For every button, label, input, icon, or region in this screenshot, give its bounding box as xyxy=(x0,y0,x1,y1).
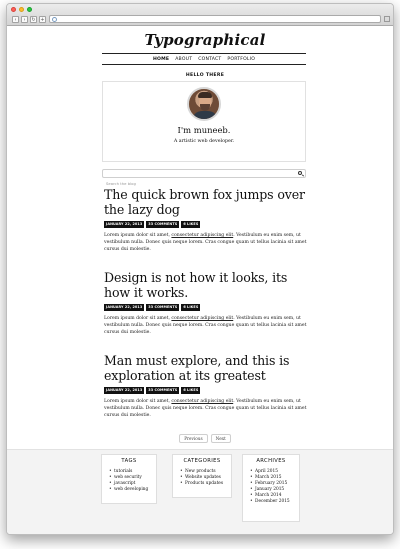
post-title[interactable]: Design is not how it looks, its how it w… xyxy=(104,270,309,300)
post-excerpt-link[interactable]: consectetur adipiscing elit xyxy=(171,233,233,238)
search-icon[interactable] xyxy=(298,171,302,175)
nav-home[interactable]: HOME xyxy=(153,54,169,64)
about-heading: HELLO THERE xyxy=(185,73,225,78)
forward-arrow-icon[interactable]: › xyxy=(21,16,28,23)
post-likes-badge[interactable]: 6 LIKES xyxy=(181,304,201,311)
archives-widget-title: ARCHIVES xyxy=(256,458,286,464)
nav-about[interactable]: ABOUT xyxy=(175,54,192,64)
category-link[interactable]: Products updates xyxy=(173,481,231,487)
post-article: The quick brown fox jumps over the lazy … xyxy=(104,187,309,253)
author-tagline: A artistic web developer. xyxy=(173,139,235,144)
post-excerpt: Lorem ipsum dolor sit amet, consectetur … xyxy=(104,316,307,335)
post-article: Man must explore, and this is exploratio… xyxy=(104,353,309,419)
post-excerpt: Lorem ipsum dolor sit amet, consectetur … xyxy=(104,399,307,418)
search-input[interactable] xyxy=(103,180,283,187)
address-bar[interactable] xyxy=(49,15,381,23)
post-comments-badge[interactable]: 33 COMMENTS xyxy=(146,221,180,228)
next-page-button[interactable]: Next xyxy=(210,434,231,443)
search-box xyxy=(102,169,306,187)
post-comments-badge[interactable]: 33 COMMENTS xyxy=(146,387,180,394)
window-controls xyxy=(11,7,32,12)
tags-widget: TAGS tutorials web security javascript w… xyxy=(101,454,157,504)
post-article: Design is not how it looks, its how it w… xyxy=(104,270,309,336)
main-nav: HOME ABOUT CONTACT PORTFOLIO xyxy=(102,53,306,65)
post-likes-badge[interactable]: 6 LIKES xyxy=(181,221,201,228)
globe-icon xyxy=(52,17,57,22)
share-icon[interactable]: + xyxy=(39,16,46,23)
avatar xyxy=(187,87,221,121)
categories-widget: CATEGORIES New products Website updates … xyxy=(172,454,232,498)
pagination: Previous Next xyxy=(99,434,311,443)
about-card: I'm muneeb. A artistic web developer. xyxy=(102,81,306,162)
footer-widgets: TAGS tutorials web security javascript w… xyxy=(7,449,393,534)
author-name: I'm muneeb. xyxy=(177,125,231,135)
browser-window: ‹ › ↻ + Typographical HOME ABOUT CONTACT… xyxy=(6,3,394,535)
categories-widget-title: CATEGORIES xyxy=(183,458,221,464)
post-title[interactable]: The quick brown fox jumps over the lazy … xyxy=(104,187,309,217)
browser-toolbar: ‹ › ↻ + xyxy=(7,4,393,26)
nav-portfolio[interactable]: PORTFOLIO xyxy=(227,54,255,64)
tag-link[interactable]: web developing xyxy=(102,487,156,493)
blog-page: Typographical HOME ABOUT CONTACT PORTFOL… xyxy=(99,28,311,443)
post-date-badge: JANUARY 22, 2013 xyxy=(104,304,145,311)
post-likes-badge[interactable]: 6 LIKES xyxy=(181,387,201,394)
minimize-window-button[interactable] xyxy=(19,7,24,12)
zoom-window-button[interactable] xyxy=(27,7,32,12)
archives-widget: ARCHIVES April 2015 March 2015 February … xyxy=(242,454,300,522)
post-excerpt-link[interactable]: consectetur adipiscing elit xyxy=(171,316,233,321)
fullscreen-icon[interactable] xyxy=(384,16,390,22)
close-window-button[interactable] xyxy=(11,7,16,12)
post-comments-badge[interactable]: 33 COMMENTS xyxy=(146,304,180,311)
tags-widget-title: TAGS xyxy=(121,458,137,464)
post-excerpt: Lorem ipsum dolor sit amet, consectetur … xyxy=(104,233,307,252)
nav-contact[interactable]: CONTACT xyxy=(198,54,221,64)
post-date-badge: JANUARY 22, 2013 xyxy=(104,221,145,228)
previous-page-button[interactable]: Previous xyxy=(179,434,208,443)
post-excerpt-link[interactable]: consectetur adipiscing elit xyxy=(171,399,233,404)
post-title[interactable]: Man must explore, and this is exploratio… xyxy=(104,353,309,383)
archive-link[interactable]: December 2015 xyxy=(243,499,299,505)
reload-icon[interactable]: ↻ xyxy=(30,16,37,23)
back-arrow-icon[interactable]: ‹ xyxy=(12,16,19,23)
post-date-badge: JANUARY 22, 2013 xyxy=(104,387,145,394)
site-logo[interactable]: Typographical xyxy=(99,29,311,53)
